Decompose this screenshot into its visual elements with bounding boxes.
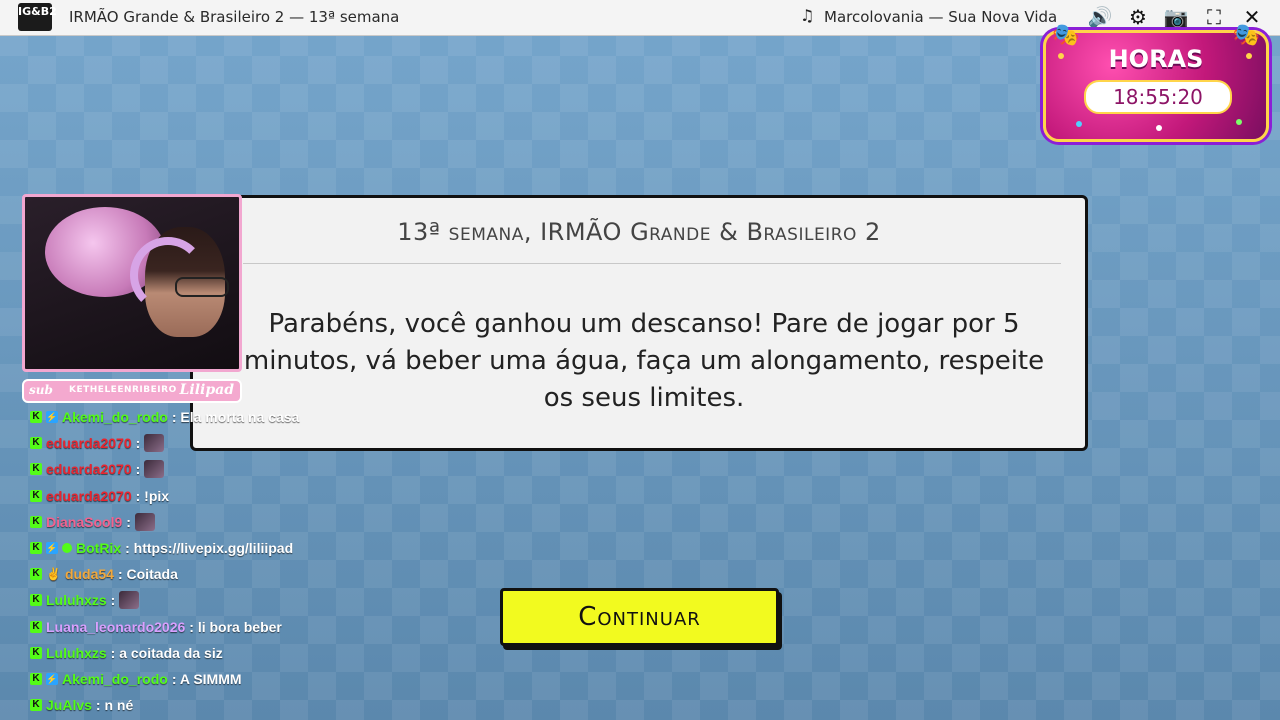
chat-username[interactable]: Akemi_do_rodo	[62, 671, 168, 687]
chat-username[interactable]: Luana_leonardo2026	[46, 619, 185, 635]
kick-badge-icon: K	[30, 489, 42, 502]
dialog-divider	[243, 263, 1061, 264]
hours-timer-badge: 🎭 🎭 HORAS 18:55:20	[1043, 23, 1269, 142]
fullscreen-icon[interactable]: ⛶	[1200, 3, 1228, 31]
chat-emote-icon	[144, 460, 165, 479]
kick-badge-icon: K	[30, 515, 42, 528]
chat-text: : A SIMMM	[171, 671, 242, 687]
chat-emote-icon	[134, 512, 155, 531]
chat-username[interactable]: JuAlvs	[46, 697, 92, 713]
kick-badge-icon: K	[30, 646, 42, 659]
glasses	[175, 277, 229, 297]
chat-username[interactable]: duda54	[65, 566, 114, 582]
continue-button[interactable]: Continuar	[500, 588, 779, 646]
extension-badge-icon: ⚡	[46, 542, 58, 554]
kick-badge-icon: K	[30, 437, 42, 450]
chat-text: :	[126, 513, 131, 530]
kick-badge-icon: K	[30, 542, 42, 554]
chat-message: K ✌ duda54 : Coitada	[30, 563, 178, 585]
chat-text: : Ela morta na casa	[171, 409, 300, 425]
extension-badge-icon: ⚡	[46, 411, 58, 423]
chat-username[interactable]: eduarda2070	[46, 461, 132, 477]
chat-text: : Coitada	[117, 566, 178, 583]
kick-badge-icon: K	[30, 411, 42, 423]
chat-message: K Luluhxzs :	[30, 589, 140, 611]
webcam-overlay	[22, 194, 242, 372]
chat-emote-icon	[144, 434, 165, 453]
chat-username[interactable]: Luluhxzs	[46, 645, 107, 661]
kick-badge-icon: K	[30, 699, 42, 712]
headset	[130, 237, 206, 313]
kick-badge-icon: K	[30, 620, 42, 633]
camera-icon[interactable]: 📷	[1162, 3, 1190, 31]
chat-message: K DianaSool9 :	[30, 511, 155, 533]
music-note-icon: ♫	[800, 6, 815, 25]
chat-username[interactable]: DianaSool9	[46, 514, 122, 530]
dialog-message: Parabéns, você ganhou um descanso! Pare …	[243, 309, 1045, 413]
chat-emote-icon	[119, 591, 140, 610]
chat-message: K ⚡ BotRix : https://livepix.gg/liliipad	[30, 537, 293, 559]
chat-text: :	[110, 592, 116, 609]
hand-badge-icon: ✌	[46, 567, 61, 582]
hours-time: 18:55:20	[1084, 80, 1232, 114]
chat-text: : !pix	[135, 487, 170, 504]
chat-message: Keduarda2070 :	[30, 458, 165, 480]
kick-badge-icon: K	[30, 568, 42, 581]
dialog-title: 13ª semana, IRMÃO Grande & Brasileiro 2	[397, 218, 881, 246]
verified-badge-icon	[62, 543, 72, 553]
chat-text: :	[135, 435, 141, 452]
hours-title: HORAS	[1108, 45, 1204, 73]
chat-text: : https://livepix.gg/liliipad	[125, 540, 294, 556]
now-playing-track: Marcolovania — Sua Nova Vida	[824, 8, 1058, 26]
chat-text: :	[135, 461, 141, 478]
kick-badge-icon: K	[30, 594, 42, 607]
chat-username[interactable]: eduarda2070	[46, 488, 132, 504]
settings-icon[interactable]: ⚙	[1124, 3, 1152, 31]
channel-tag: Lilipad	[179, 382, 234, 398]
chat-message: Keduarda2070 :	[30, 432, 165, 454]
chat-message: K JuAlvs : n né	[30, 694, 133, 716]
channel-name: KETHELEENRIBEIRO	[69, 385, 177, 395]
kick-badge-icon: K	[30, 463, 42, 476]
app-logo: IG&B2	[18, 3, 57, 31]
chat-username[interactable]: BotRix	[76, 540, 121, 556]
chat-message: K Luana_leonardo2026 : li bora beber	[30, 616, 282, 638]
chat-text: : a coitada da siz	[110, 644, 223, 661]
chat-text: : li bora beber	[189, 618, 282, 635]
webcam-name-strip: sub KETHELEENRIBEIRO Lilipad	[22, 379, 242, 403]
chat-message: K ⚡ Akemi_do_rodo : A SIMMM	[30, 668, 242, 690]
kick-badge-icon: K	[30, 673, 42, 685]
rest-dialog: 13ª semana, IRMÃO Grande & Brasileiro 2 …	[190, 195, 1088, 451]
chat-message: K Luluhxzs : a coitada da siz	[30, 642, 223, 664]
chat-username[interactable]: Akemi_do_rodo	[62, 409, 168, 425]
chat-username[interactable]: eduarda2070	[46, 435, 132, 451]
chat-message: Keduarda2070 : !pix	[30, 485, 169, 507]
volume-icon[interactable]: 🔊	[1086, 3, 1114, 31]
chat-username[interactable]: Luluhxzs	[46, 592, 107, 608]
chat-text: : n né	[95, 697, 134, 714]
chat-message: K ⚡ Akemi_do_rodo : Ela morta na casa	[30, 406, 299, 428]
sub-label: sub	[29, 383, 53, 397]
extension-badge-icon: ⚡	[46, 673, 58, 685]
window-title: IRMÃO Grande & Brasileiro 2 — 13ª semana	[69, 8, 400, 26]
